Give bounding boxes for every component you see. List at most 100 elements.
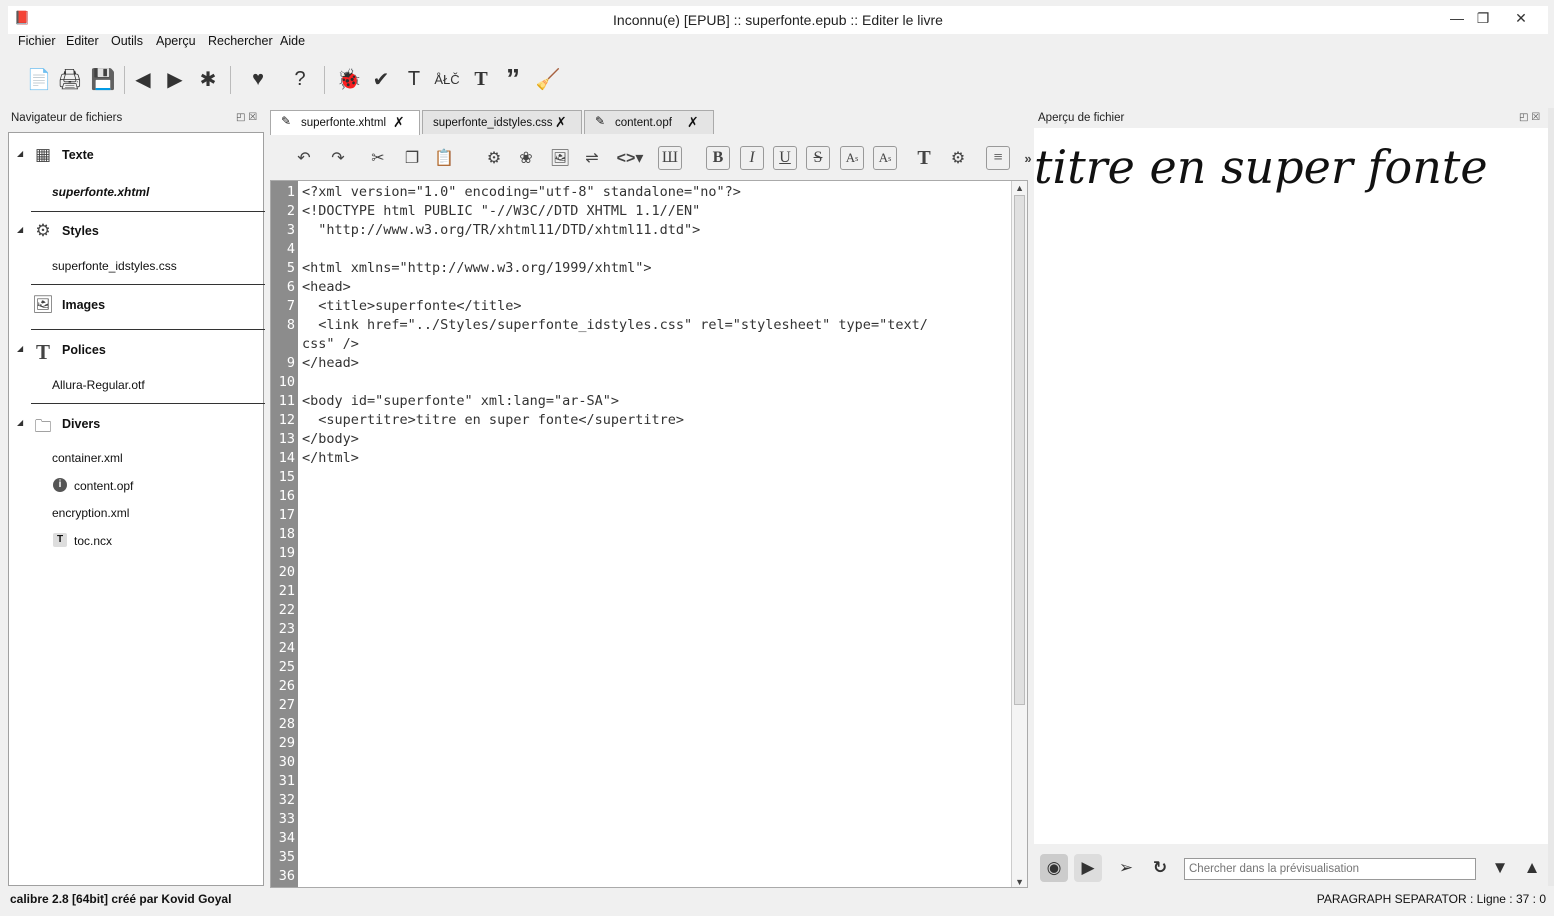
category-divers[interactable]: ◢ 🗀 Divers	[9, 412, 265, 438]
copy-icon[interactable]: ❐	[398, 144, 426, 172]
forward-icon[interactable]: ▶	[160, 64, 190, 94]
line-number-gutter: 1 2 3 4 5 6 7 8 9 10 11 12 13 14 15 16 17 18 19 20 21 22 23 24 2…	[271, 181, 298, 887]
line-number: 13	[278, 431, 295, 447]
split-icon[interactable]: Ш	[658, 146, 682, 170]
expand-arrow-icon[interactable]: ◢	[17, 418, 23, 427]
new-file-icon[interactable]: 📄	[24, 64, 54, 94]
code-line: <title>superfonte</title>	[302, 298, 522, 314]
bold-icon[interactable]: B	[706, 146, 730, 170]
check-book-icon[interactable]: 🐞	[334, 64, 364, 94]
category-images[interactable]: 🖼 Images	[9, 293, 265, 319]
menu-apercu[interactable]: Aperçu	[156, 34, 196, 48]
preview-float-icon[interactable]: ◰ ☒	[1519, 112, 1540, 123]
align-left-icon[interactable]: ≡	[986, 146, 1010, 170]
tab-superfonte-xhtml[interactable]: ✎ superfonte.xhtml ✗	[270, 110, 420, 135]
file-item[interactable]: content.opf	[74, 479, 133, 493]
code-line: </head>	[302, 355, 359, 371]
quote-icon[interactable]: ”	[498, 63, 528, 94]
category-label: Divers	[62, 417, 101, 431]
category-texte[interactable]: ◢ ▦ Texte	[9, 143, 265, 169]
scroll-down-icon[interactable]: ▼	[1015, 877, 1024, 887]
text-style-icon[interactable]: T	[910, 144, 938, 172]
subscript-icon[interactable]: As	[840, 146, 864, 170]
navigator-title: Navigateur de fichiers	[11, 112, 123, 124]
font-icon[interactable]: T	[466, 64, 496, 94]
line-number: 19	[278, 545, 295, 561]
preview-search-input[interactable]	[1184, 858, 1476, 880]
tab-content-opf[interactable]: ✎ content.opf ✗	[584, 110, 714, 134]
preview-render-area: titre en super fonte	[1034, 128, 1548, 844]
line-number: 9	[286, 355, 295, 371]
window-right-scrollbar[interactable]	[1548, 108, 1554, 886]
editor-toolbar: ↶ ↷ ✂ ❐ 📋 ⚙ ❀ 🖼 ⇌ <>▾ Ш B I U S As As T …	[270, 138, 1032, 178]
status-bar: calibre 2.8 [64bit] créé par Kovid Goyal…	[8, 888, 1548, 910]
file-item[interactable]: encryption.xml	[52, 506, 129, 520]
close-button[interactable]: ✕	[1504, 8, 1538, 28]
close-tab-icon[interactable]: ✗	[687, 114, 699, 131]
restore-button[interactable]: ❐	[1466, 8, 1500, 28]
insert-tag-icon[interactable]: <>▾	[612, 144, 648, 172]
file-preview-panel: Aperçu de fichier ◰ ☒ titre en super fon…	[1034, 108, 1548, 886]
code-scrollbar[interactable]: ▲ ▼	[1011, 181, 1027, 887]
file-item[interactable]: Allura-Regular.otf	[52, 378, 145, 392]
close-tab-icon[interactable]: ✗	[555, 114, 567, 131]
menu-aide[interactable]: Aide	[280, 34, 305, 48]
expand-arrow-icon[interactable]: ◢	[17, 344, 23, 353]
code-editor[interactable]: 1 2 3 4 5 6 7 8 9 10 11 12 13 14 15 16 17 18 19 20 21 22 23 24 2…	[270, 180, 1028, 888]
navigator-float-icon[interactable]: ◰ ☒	[236, 112, 257, 123]
import-icon[interactable]: 🖨	[55, 64, 85, 94]
send-icon[interactable]: ➢	[1112, 854, 1140, 882]
category-polices[interactable]: ◢ T Polices	[9, 338, 265, 364]
expand-arrow-icon[interactable]: ◢	[17, 225, 23, 234]
file-item[interactable]: container.xml	[52, 451, 123, 465]
beautify-icon[interactable]: ⚙	[480, 144, 508, 172]
save-icon[interactable]: 💾	[88, 64, 118, 94]
broom-icon[interactable]: 🧹	[533, 64, 563, 94]
menu-fichier[interactable]: Fichier	[18, 34, 56, 48]
auto-refresh-icon[interactable]: ◉	[1040, 854, 1068, 882]
italic-icon[interactable]: I	[740, 146, 764, 170]
scroll-up-icon[interactable]: ▲	[1015, 183, 1024, 193]
paste-icon[interactable]: 📋	[430, 144, 458, 172]
back-icon[interactable]: ◀	[128, 64, 158, 94]
play-icon[interactable]: ▶	[1074, 854, 1102, 882]
find-previous-icon[interactable]: ▲	[1518, 854, 1546, 882]
find-next-icon[interactable]: ▼	[1486, 854, 1514, 882]
line-number: 28	[278, 716, 295, 732]
color-icon[interactable]: ⚙	[944, 144, 972, 172]
close-tab-icon[interactable]: ✗	[393, 114, 405, 131]
divider	[31, 211, 265, 212]
flower-icon[interactable]: ❀	[512, 144, 540, 172]
insert-link-icon[interactable]: ⇌	[578, 144, 606, 172]
code-line: "http://www.w3.org/TR/xhtml11/DTD/xhtml1…	[302, 222, 701, 238]
expand-arrow-icon[interactable]: ◢	[17, 149, 23, 158]
code-line: </body>	[302, 431, 359, 447]
scroll-thumb[interactable]	[1014, 195, 1025, 705]
insert-image-icon[interactable]: 🖼	[546, 144, 574, 172]
file-item[interactable]: superfonte.xhtml	[52, 185, 149, 199]
text-icon[interactable]: T	[399, 64, 429, 94]
menu-outils[interactable]: Outils	[111, 34, 143, 48]
refresh-icon[interactable]: ↻	[1146, 854, 1174, 882]
character-icon[interactable]: ÅŁČ	[432, 64, 462, 94]
help-icon[interactable]: ?	[285, 64, 315, 94]
tab-superfonte-idstyles-css[interactable]: superfonte_idstyles.css ✗	[422, 110, 582, 134]
menu-rechercher[interactable]: Rechercher	[208, 34, 273, 48]
underline-icon[interactable]: U	[773, 146, 797, 170]
line-number: 6	[286, 279, 295, 295]
donate-heart-icon[interactable]: ♥	[243, 64, 273, 94]
code-line: <link href="../Styles/superfonte_idstyle…	[302, 317, 928, 333]
file-item[interactable]: superfonte_idstyles.css	[52, 259, 177, 273]
superscript-icon[interactable]: As	[873, 146, 897, 170]
fonts-folder-icon: T	[35, 340, 50, 364]
strikethrough-icon[interactable]: S	[806, 146, 830, 170]
line-number: 8	[286, 317, 295, 333]
undo-icon[interactable]: ↶	[290, 144, 318, 172]
file-item[interactable]: toc.ncx	[74, 534, 112, 548]
checkpoint-icon[interactable]: ✱	[193, 64, 223, 94]
cut-icon[interactable]: ✂	[364, 144, 392, 172]
menu-editer[interactable]: Editer	[66, 34, 99, 48]
redo-icon[interactable]: ↷	[324, 144, 352, 172]
spellcheck-icon[interactable]: ✔	[366, 64, 396, 94]
category-styles[interactable]: ◢ ⚙ Styles	[9, 219, 265, 245]
